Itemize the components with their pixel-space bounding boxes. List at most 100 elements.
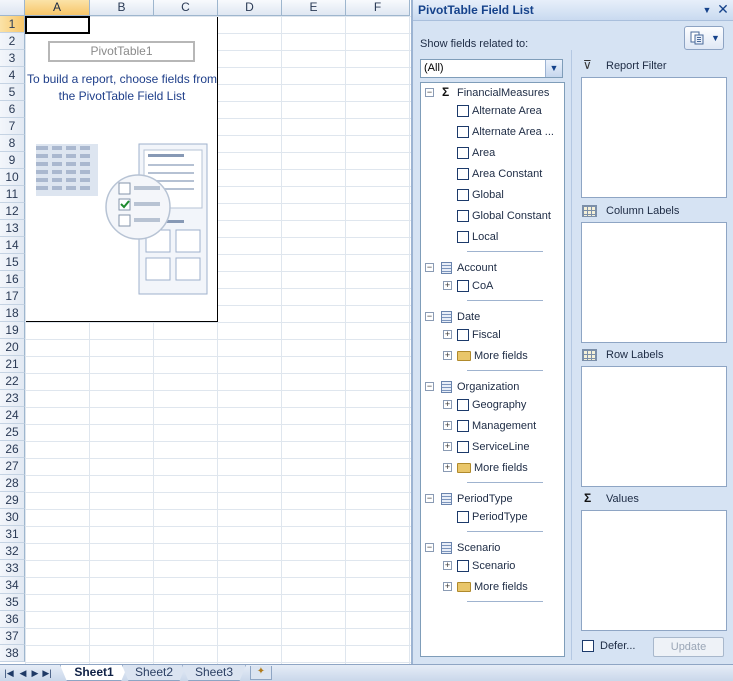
expand-icon[interactable]: + — [443, 281, 452, 290]
collapse-icon[interactable]: − — [425, 382, 434, 391]
field-group[interactable]: − Date — [421, 309, 564, 325]
field-group[interactable]: − Organization — [421, 379, 564, 395]
field-checkbox[interactable] — [457, 105, 469, 117]
field-item[interactable]: PeriodType — [421, 509, 564, 525]
row-header[interactable]: 6 — [0, 101, 25, 118]
row-header[interactable]: 22 — [0, 373, 25, 390]
column-header-c[interactable]: C — [154, 0, 218, 16]
row-header[interactable]: 25 — [0, 424, 25, 441]
field-item[interactable]: Area — [421, 145, 564, 161]
collapse-icon[interactable]: − — [425, 312, 434, 321]
row-header[interactable]: 21 — [0, 356, 25, 373]
field-checkbox[interactable] — [457, 399, 469, 411]
field-item[interactable]: Global Constant — [421, 208, 564, 224]
expand-icon[interactable]: + — [443, 561, 452, 570]
row-header[interactable]: 9 — [0, 152, 25, 169]
field-list[interactable]: − Σ FinancialMeasures Alternate Area Alterna… — [420, 82, 565, 657]
expand-icon[interactable]: + — [443, 463, 452, 472]
field-checkbox[interactable] — [457, 168, 469, 180]
expand-icon[interactable]: + — [443, 351, 452, 360]
field-group[interactable]: − PeriodType — [421, 491, 564, 507]
expand-icon[interactable]: + — [443, 421, 452, 430]
field-checkbox[interactable] — [457, 147, 469, 159]
field-checkbox[interactable] — [457, 189, 469, 201]
column-header-f[interactable]: F — [346, 0, 410, 16]
update-button[interactable]: Update — [653, 637, 724, 657]
tab-sheet1[interactable]: Sheet1 — [60, 665, 128, 681]
field-item[interactable]: Alternate Area — [421, 103, 564, 119]
row-header[interactable]: 33 — [0, 560, 25, 577]
field-checkbox[interactable] — [457, 210, 469, 222]
field-item[interactable]: Area Constant — [421, 166, 564, 182]
column-header-e[interactable]: E — [282, 0, 346, 16]
field-item[interactable]: + More fields — [421, 579, 564, 595]
row-header[interactable]: 34 — [0, 577, 25, 594]
row-header[interactable]: 1 — [0, 16, 25, 33]
field-checkbox[interactable] — [457, 231, 469, 243]
select-all-corner[interactable] — [0, 0, 25, 16]
pane-options-icon[interactable]: ▼ — [700, 3, 714, 17]
row-header[interactable]: 26 — [0, 441, 25, 458]
field-item[interactable]: Global — [421, 187, 564, 203]
field-group[interactable]: − Account — [421, 260, 564, 276]
field-item[interactable]: + Fiscal — [421, 327, 564, 343]
row-header[interactable]: 31 — [0, 526, 25, 543]
row-header[interactable]: 14 — [0, 237, 25, 254]
field-item[interactable]: + Management — [421, 418, 564, 434]
expand-icon[interactable]: + — [443, 582, 452, 591]
row-header[interactable]: 7 — [0, 118, 25, 135]
row-header[interactable]: 30 — [0, 509, 25, 526]
row-header[interactable]: 35 — [0, 594, 25, 611]
row-header[interactable]: 15 — [0, 254, 25, 271]
field-group[interactable]: − Scenario — [421, 540, 564, 556]
row-header[interactable]: 3 — [0, 50, 25, 67]
pivot-table-placeholder[interactable]: PivotTable1 To build a report, choose fi… — [26, 17, 218, 322]
row-header[interactable]: 13 — [0, 220, 25, 237]
tab-sheet3[interactable]: Sheet3 — [182, 665, 246, 681]
field-item[interactable]: Local — [421, 229, 564, 245]
field-item[interactable]: + More fields — [421, 348, 564, 364]
next-sheet-icon[interactable]: ▶ — [30, 668, 40, 679]
field-checkbox[interactable] — [457, 511, 469, 523]
field-checkbox[interactable] — [457, 329, 469, 341]
first-sheet-icon[interactable]: |◀ — [4, 668, 14, 679]
field-item[interactable]: + Geography — [421, 397, 564, 413]
row-header[interactable]: 2 — [0, 33, 25, 50]
row-header[interactable]: 10 — [0, 169, 25, 186]
row-header[interactable]: 27 — [0, 458, 25, 475]
collapse-icon[interactable]: − — [425, 494, 434, 503]
column-header-b[interactable]: B — [90, 0, 154, 16]
row-header[interactable]: 36 — [0, 611, 25, 628]
chevron-down-icon[interactable]: ▼ — [545, 60, 562, 77]
defer-layout-checkbox[interactable] — [582, 640, 594, 652]
row-header[interactable]: 18 — [0, 305, 25, 322]
field-checkbox[interactable] — [457, 441, 469, 453]
row-header[interactable]: 32 — [0, 543, 25, 560]
column-header-d[interactable]: D — [218, 0, 282, 16]
field-item[interactable]: Alternate Area ... — [421, 124, 564, 140]
tab-sheet2[interactable]: Sheet2 — [122, 665, 186, 681]
field-layout-button[interactable]: ▼ — [684, 26, 724, 50]
column-header-a[interactable]: A — [25, 0, 90, 16]
collapse-icon[interactable]: − — [425, 543, 434, 552]
expand-icon[interactable]: + — [443, 330, 452, 339]
row-header[interactable]: 37 — [0, 628, 25, 645]
values-area[interactable] — [581, 510, 727, 631]
field-checkbox[interactable] — [457, 560, 469, 572]
close-icon[interactable]: ✕ — [716, 2, 730, 16]
row-header[interactable]: 12 — [0, 203, 25, 220]
row-header[interactable]: 11 — [0, 186, 25, 203]
row-header[interactable]: 5 — [0, 84, 25, 101]
field-checkbox[interactable] — [457, 126, 469, 138]
show-fields-combo[interactable]: (All) ▼ — [420, 59, 563, 78]
last-sheet-icon[interactable]: ▶| — [42, 668, 52, 679]
field-item[interactable]: + More fields — [421, 460, 564, 476]
row-header[interactable]: 28 — [0, 475, 25, 492]
expand-icon[interactable]: + — [443, 400, 452, 409]
insert-sheet-icon[interactable]: ✦ — [250, 666, 272, 680]
field-item[interactable]: + CoA — [421, 278, 564, 294]
row-header[interactable]: 20 — [0, 339, 25, 356]
active-cell[interactable] — [25, 16, 90, 34]
row-header[interactable]: 23 — [0, 390, 25, 407]
collapse-icon[interactable]: − — [425, 263, 434, 272]
